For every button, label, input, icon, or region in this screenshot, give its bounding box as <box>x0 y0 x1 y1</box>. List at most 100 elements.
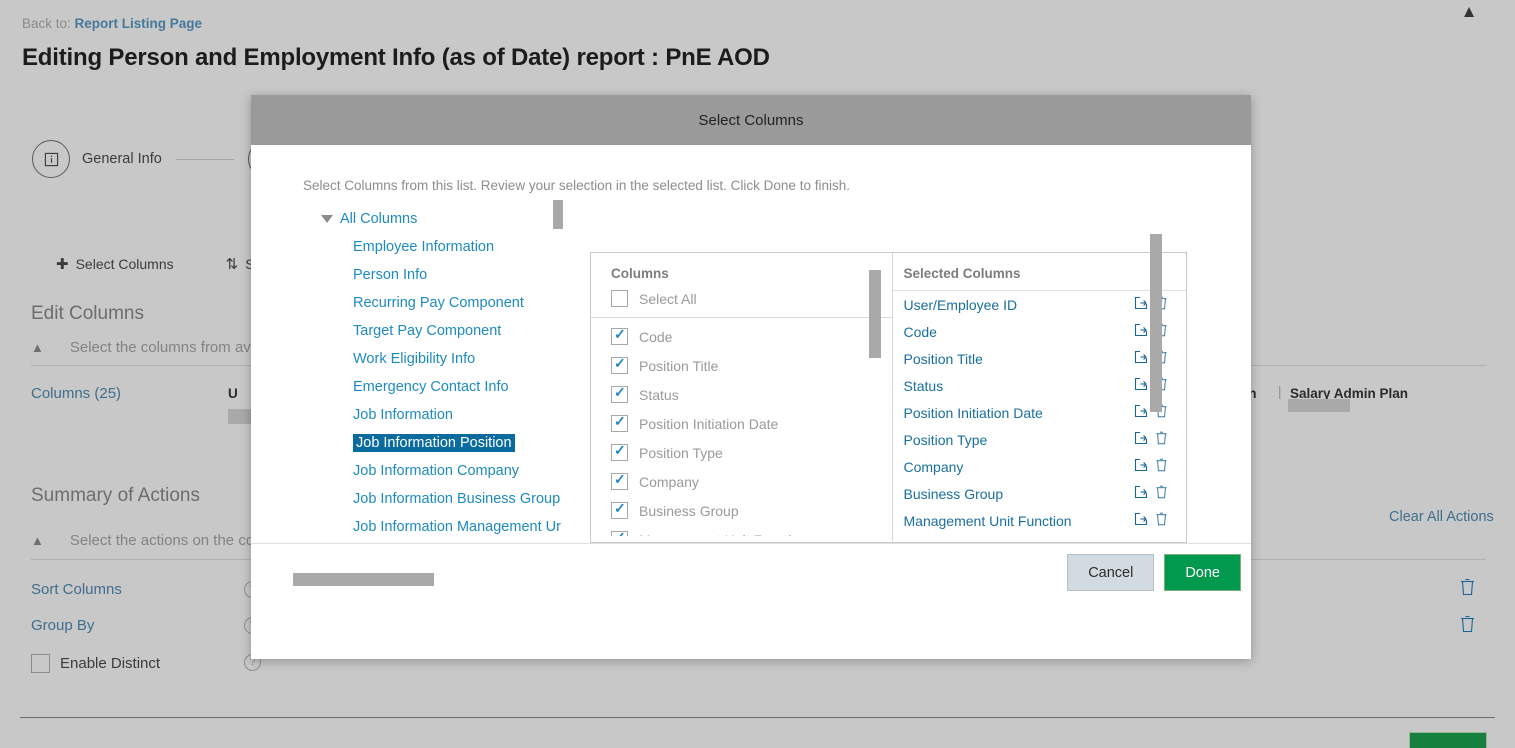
move-to-icon[interactable] <box>1134 458 1148 476</box>
move-to-icon[interactable] <box>1134 323 1148 341</box>
tree-item-label: Recurring Pay Component <box>353 295 524 311</box>
selected-columns-list-scrollbar[interactable] <box>1150 234 1162 412</box>
selected-row[interactable]: Management Unit Function <box>893 507 1187 534</box>
enable-distinct-checkbox[interactable] <box>31 654 50 673</box>
tree-item-job-information-business-group[interactable]: Job Information Business Group <box>303 485 563 513</box>
sort-columns-label[interactable]: Sort Columns <box>31 581 122 598</box>
tree-item-recurring-pay-component[interactable]: Recurring Pay Component <box>303 289 563 317</box>
move-to-icon[interactable] <box>1134 512 1148 530</box>
tree-item-emergency-contact-info[interactable]: Emergency Contact Info <box>303 373 563 401</box>
selected-row[interactable]: Business Group <box>893 480 1187 507</box>
selected-row[interactable]: Position Initiation Date <box>893 399 1187 426</box>
tree-item-label: Job Information <box>353 407 453 423</box>
selected-columns-title: Selected Columns <box>892 253 1186 291</box>
select-all-row[interactable]: Select All <box>591 281 892 318</box>
dialog-instructions: Select Columns from this list. Review yo… <box>303 178 850 193</box>
tree-item-job-information-company[interactable]: Job Information Company <box>303 457 563 485</box>
column-checkbox[interactable] <box>611 326 628 345</box>
tree-item-job-information-management-unit[interactable]: Job Information Management Ur <box>303 513 563 535</box>
select-all-checkbox[interactable] <box>611 290 628 307</box>
selected-row[interactable]: Position Title <box>893 345 1187 372</box>
done-button[interactable]: Done <box>1164 554 1241 591</box>
summary-of-actions-heading: Summary of Actions <box>31 485 200 506</box>
selected-row[interactable]: User/Employee ID <box>893 291 1187 318</box>
column-row-company[interactable]: Company <box>591 467 892 496</box>
column-row-position-type[interactable]: Position Type <box>591 438 892 467</box>
move-to-icon[interactable] <box>1134 296 1148 314</box>
move-to-icon[interactable] <box>1134 350 1148 368</box>
selected-row[interactable]: Code <box>893 318 1187 345</box>
select-columns-button[interactable]: ✚ Select Columns <box>56 255 174 273</box>
columns-checkbox-list[interactable]: Code Position Title Status Position Init… <box>591 318 892 536</box>
report-listing-page-link[interactable]: Report Listing Page <box>75 16 203 31</box>
all-columns-tree[interactable]: All Columns Employee Information Person … <box>303 205 563 535</box>
column-row-management-unit-function[interactable]: Management Unit Function <box>591 525 892 536</box>
step-label-general-info: General Info <box>82 151 162 167</box>
triangle-down-icon[interactable] <box>321 215 333 223</box>
column-checkbox[interactable] <box>611 384 628 403</box>
cancel-button[interactable]: Cancel <box>1067 554 1155 591</box>
column-label: Position Initiation Date <box>639 415 779 432</box>
column-row-status[interactable]: Status <box>591 380 892 409</box>
trash-icon[interactable] <box>1155 485 1168 503</box>
column-checkbox[interactable] <box>611 442 628 461</box>
info-icon[interactable] <box>32 140 70 178</box>
column-checkbox[interactable] <box>611 529 628 536</box>
tree-item-label: Employee Information <box>353 239 495 255</box>
move-to-icon[interactable] <box>1134 404 1148 422</box>
trash-icon-sort-row[interactable] <box>1459 578 1476 601</box>
chevron-up-icon-edit[interactable]: ▲ <box>31 340 44 355</box>
dialog-body: Select Columns from this list. Review yo… <box>251 145 1251 601</box>
edit-columns-subtitle: Select the columns from availa <box>69 339 275 356</box>
table-header-separator: | <box>1278 384 1282 399</box>
column-row-position-initiation-date[interactable]: Position Initiation Date <box>591 409 892 438</box>
column-label: Business Group <box>639 502 739 519</box>
column-checkbox[interactable] <box>611 500 628 519</box>
selected-column-label: Status <box>903 377 944 394</box>
tree-item-work-eligibility-info[interactable]: Work Eligibility Info <box>303 345 563 373</box>
column-row-position-title[interactable]: Position Title <box>591 351 892 380</box>
columns-count-label[interactable]: Columns (25) <box>31 385 121 402</box>
selected-columns-list[interactable]: User/Employee ID Code Position Title Sta… <box>893 291 1187 539</box>
column-checkbox[interactable] <box>611 413 628 432</box>
tree-item-job-information[interactable]: Job Information <box>303 401 563 429</box>
tree-item-employee-information[interactable]: Employee Information <box>303 233 563 261</box>
tree-root-all-columns[interactable]: All Columns <box>303 205 563 233</box>
page-bottom-divider <box>20 717 1495 718</box>
clear-all-actions-link[interactable]: Clear All Actions <box>1389 509 1494 525</box>
trash-icon[interactable] <box>1155 431 1168 449</box>
primary-action-button[interactable] <box>1409 732 1487 748</box>
tree-item-job-information-position[interactable]: Job Information Position <box>303 429 563 457</box>
chevron-up-icon[interactable]: ▲ <box>1455 2 1483 22</box>
sort-arrows-icon: ⇅ <box>225 256 239 273</box>
breadcrumb: Back to: Report Listing Page <box>22 16 202 31</box>
trash-icon[interactable] <box>1155 512 1168 530</box>
column-checkbox[interactable] <box>611 471 628 490</box>
tree-item-target-pay-component[interactable]: Target Pay Component <box>303 317 563 345</box>
group-by-label[interactable]: Group By <box>31 617 94 634</box>
selected-row[interactable]: Location <box>893 534 1187 539</box>
selected-row[interactable]: Company <box>893 453 1187 480</box>
column-checkbox[interactable] <box>611 355 628 374</box>
move-to-icon[interactable] <box>1134 377 1148 395</box>
columns-list-scrollbar[interactable] <box>869 270 881 358</box>
select-columns-label: Select Columns <box>75 256 174 272</box>
selected-column-label: Management Unit Function <box>903 512 1072 529</box>
selected-row[interactable]: Position Type <box>893 426 1187 453</box>
move-to-icon[interactable] <box>1134 485 1148 503</box>
column-row-business-group[interactable]: Business Group <box>591 496 892 525</box>
trash-icon[interactable] <box>1155 458 1168 476</box>
selected-row-actions <box>1134 539 1168 540</box>
tree-vertical-scrollbar[interactable] <box>553 200 563 229</box>
column-label: Position Title <box>639 357 719 374</box>
move-to-icon[interactable] <box>1134 539 1148 540</box>
tree-item-person-info[interactable]: Person Info <box>303 261 563 289</box>
chevron-up-icon-summary[interactable]: ▲ <box>31 533 44 548</box>
enable-distinct-row[interactable]: Enable Distinct <box>31 654 160 673</box>
tree-horizontal-scrollbar[interactable] <box>293 573 434 586</box>
trash-icon[interactable] <box>1155 539 1168 540</box>
column-row-code[interactable]: Code <box>591 322 892 351</box>
move-to-icon[interactable] <box>1134 431 1148 449</box>
selected-row[interactable]: Status <box>893 372 1187 399</box>
trash-icon-group-row[interactable] <box>1459 615 1476 638</box>
